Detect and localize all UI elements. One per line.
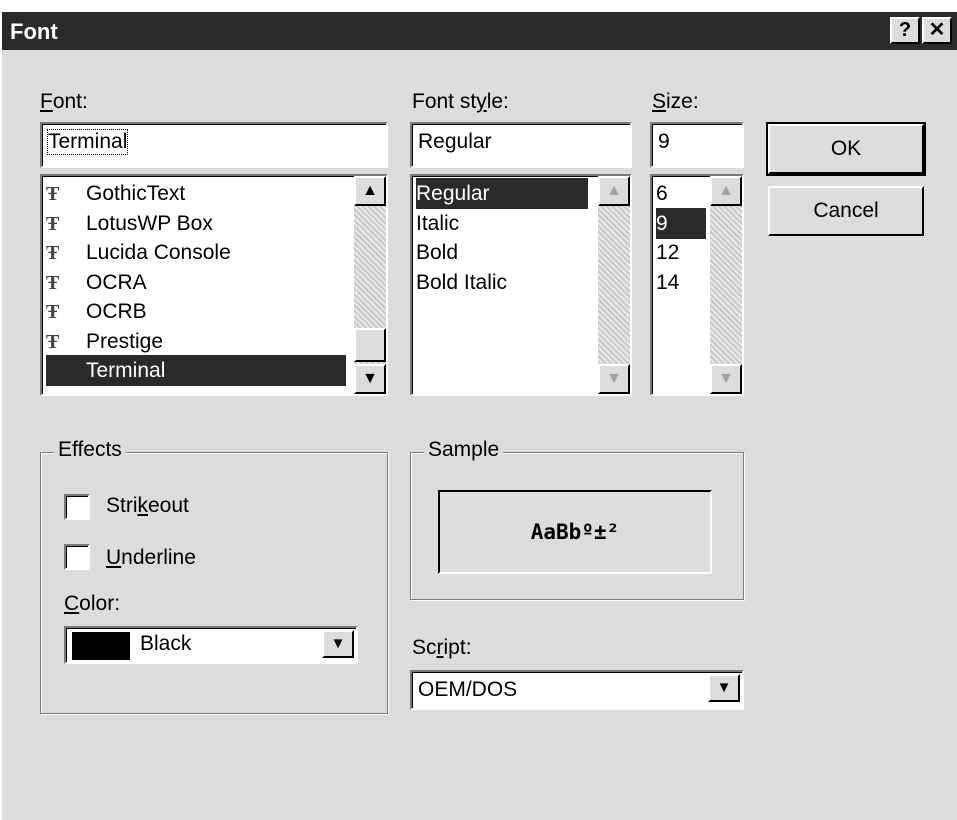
list-item-label: Italic xyxy=(416,211,460,235)
script-dropdown-button[interactable]: ▼ xyxy=(708,674,740,702)
script-label: Script: xyxy=(412,636,472,659)
truetype-icon: Ŧ xyxy=(46,242,60,264)
font-input-value: Terminal xyxy=(46,129,129,155)
arrow-down-icon: ▼ xyxy=(606,370,622,387)
font-style-list[interactable]: Regular Italic Bold Bold Italic ▲ ▼ xyxy=(410,174,632,396)
title-bar: Font ? ✕ xyxy=(2,12,957,50)
list-item[interactable]: Ŧ OCRA xyxy=(46,267,346,298)
scroll-down-button[interactable]: ▼ xyxy=(710,364,742,394)
size-input[interactable]: 9 xyxy=(650,122,744,168)
list-item-label: Lucida Console xyxy=(86,241,231,264)
list-item-label: 9 xyxy=(656,211,668,235)
list-item-label: Bold Italic xyxy=(416,270,508,294)
arrow-up-icon: ▲ xyxy=(606,182,622,199)
arrow-up-icon: ▲ xyxy=(362,182,378,199)
arrow-up-icon: ▲ xyxy=(718,182,734,199)
list-item[interactable]: 9 xyxy=(656,207,706,239)
arrow-down-icon: ▼ xyxy=(718,370,734,387)
list-item[interactable]: 14 xyxy=(656,267,706,298)
font-style-input-value: Regular xyxy=(418,130,492,153)
script-select-value: OEM/DOS xyxy=(418,678,518,701)
truetype-icon: Ŧ xyxy=(46,301,60,323)
list-item[interactable]: Ŧ Lucida Console xyxy=(46,237,346,268)
sample-legend: Sample xyxy=(424,438,504,462)
list-item[interactable]: Ŧ GothicText xyxy=(46,178,346,209)
font-input[interactable]: Terminal xyxy=(40,122,388,168)
list-item[interactable]: Italic xyxy=(416,208,588,239)
list-item[interactable]: Bold Italic xyxy=(416,267,588,298)
scroll-down-button[interactable]: ▼ xyxy=(354,364,386,394)
font-list[interactable]: Ŧ GothicText Ŧ LotusWP Box Ŧ Lucida Console Ŧ O… xyxy=(40,174,388,396)
color-dropdown-button[interactable]: ▼ xyxy=(322,630,354,658)
scroll-up-button[interactable]: ▲ xyxy=(710,176,742,206)
list-item-label: 12 xyxy=(656,241,680,264)
color-select-value: Black xyxy=(140,632,192,655)
font-dialog: Font ? ✕ Font: Terminal Ŧ GothicText Ŧ Lotu… xyxy=(0,12,957,820)
strikeout-label: Strikeout xyxy=(106,494,189,517)
list-item-label: Bold xyxy=(416,241,459,264)
effects-legend: Effects xyxy=(54,438,126,462)
color-label: Color: xyxy=(64,592,121,615)
list-item[interactable]: 6 xyxy=(656,178,706,209)
list-item[interactable]: Ŧ Prestige xyxy=(46,326,346,357)
size-list[interactable]: 6 9 12 14 ▲ ▼ xyxy=(650,174,744,396)
font-label: Font: xyxy=(40,90,88,113)
help-button[interactable]: ? xyxy=(890,17,920,44)
color-select[interactable]: Black ▼ xyxy=(64,626,358,664)
script-select[interactable]: OEM/DOS ▼ xyxy=(410,670,744,710)
truetype-icon: Ŧ xyxy=(46,212,60,235)
arrow-down-icon: ▼ xyxy=(362,370,378,387)
font-style-label: Font style: xyxy=(412,90,509,113)
list-item-label: LotusWP Box xyxy=(86,211,213,235)
cancel-button[interactable]: Cancel xyxy=(768,186,924,236)
chevron-down-icon: ▼ xyxy=(716,679,732,696)
font-style-input[interactable]: Regular xyxy=(410,122,632,168)
list-item[interactable]: 12 xyxy=(656,237,706,268)
truetype-icon: Ŧ xyxy=(46,183,60,205)
list-item[interactable]: Bold xyxy=(416,237,588,268)
scroll-up-button[interactable]: ▲ xyxy=(598,176,630,206)
size-input-value: 9 xyxy=(658,130,670,153)
list-item-label: GothicText xyxy=(86,182,186,205)
list-item-label: OCRA xyxy=(86,270,147,294)
list-item-label: OCRB xyxy=(86,300,147,323)
sample-text: AaBbº±² xyxy=(530,520,620,544)
list-item[interactable]: Ŧ LotusWP Box xyxy=(46,208,346,239)
strikeout-checkbox[interactable] xyxy=(64,494,90,520)
list-item-label: Terminal xyxy=(86,359,166,382)
truetype-icon: Ŧ xyxy=(46,271,60,294)
underline-checkbox[interactable] xyxy=(64,544,90,570)
chevron-down-icon: ▼ xyxy=(330,635,346,652)
size-label: Size: xyxy=(652,90,699,113)
scroll-thumb[interactable] xyxy=(354,328,386,362)
underline-label: Underline xyxy=(106,546,196,569)
sample-preview: AaBbº±² xyxy=(438,490,712,574)
effects-group xyxy=(40,452,388,714)
list-item-label: 6 xyxy=(656,182,668,205)
list-item[interactable]: Regular xyxy=(416,178,588,209)
size-list-scrollbar[interactable]: ▲ ▼ xyxy=(710,176,742,394)
list-item[interactable]: Ŧ OCRB xyxy=(46,296,346,327)
list-item-label: 14 xyxy=(656,270,680,294)
ok-button[interactable]: OK xyxy=(766,122,926,176)
list-item-label: Prestige xyxy=(86,329,164,353)
scroll-down-button[interactable]: ▼ xyxy=(598,364,630,394)
font-list-scrollbar[interactable]: ▲ ▼ xyxy=(354,176,386,394)
truetype-icon: Ŧ xyxy=(46,330,60,353)
color-swatch xyxy=(72,632,130,660)
window-title: Font xyxy=(10,19,58,44)
scroll-up-button[interactable]: ▲ xyxy=(354,176,386,206)
close-button[interactable]: ✕ xyxy=(922,17,952,44)
font-style-list-scrollbar[interactable]: ▲ ▼ xyxy=(598,176,630,394)
list-item[interactable]: Terminal xyxy=(46,355,346,386)
list-item-label: Regular xyxy=(416,182,490,205)
